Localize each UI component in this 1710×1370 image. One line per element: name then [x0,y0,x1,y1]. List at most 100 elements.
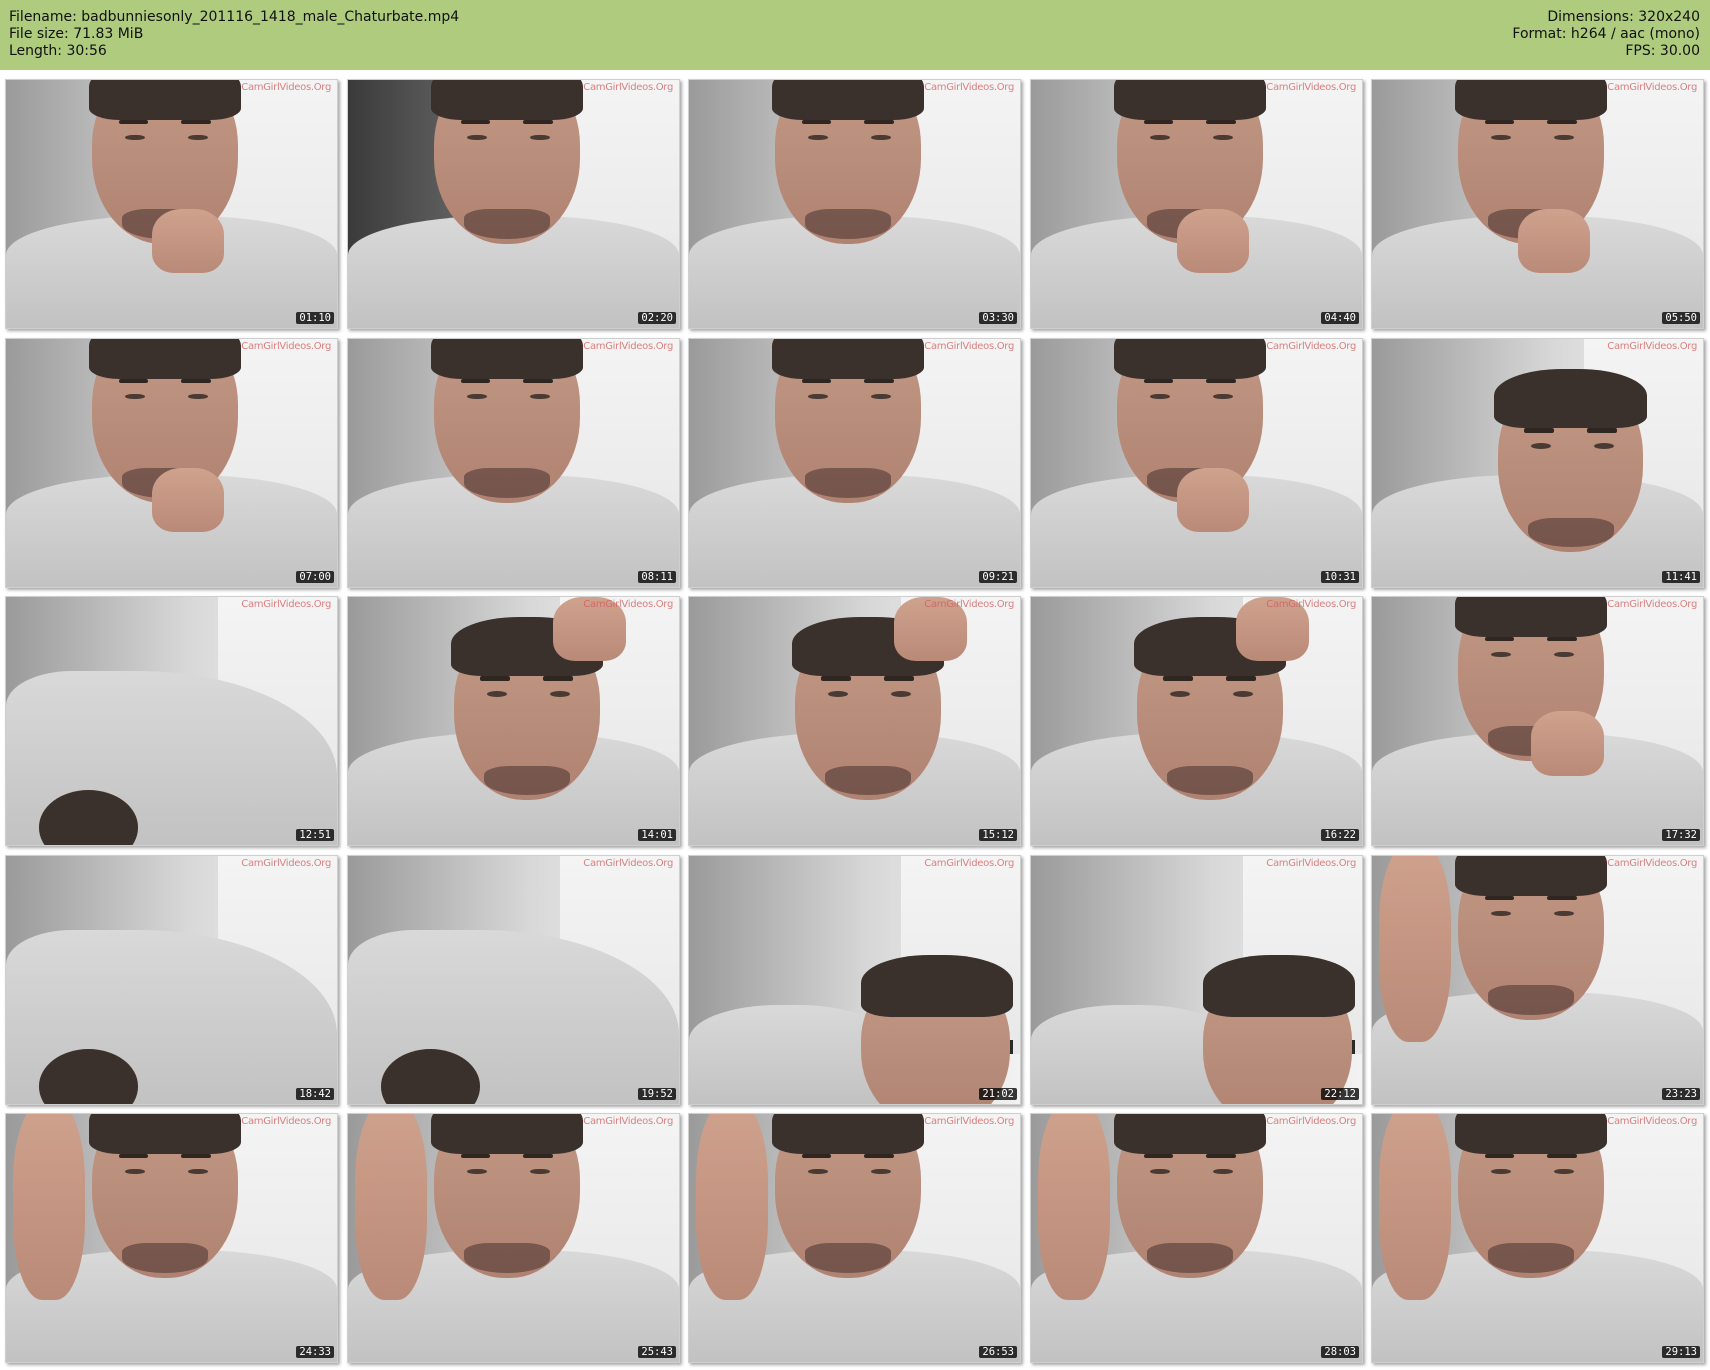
watermark: CamGirlVideos.Org [1266,599,1356,610]
right-eyebrow [1206,119,1237,125]
thumbnail: CamGirlVideos.Org 15:12 [688,596,1021,846]
right-eyebrow [523,1153,554,1159]
video-frame [689,597,1020,845]
right-eye [1593,443,1614,450]
right-eyebrow [1547,119,1578,125]
video-frame [1372,856,1703,1104]
beard [804,1242,891,1273]
thumbnail: CamGirlVideos.Org 05:50 [1371,79,1704,329]
thumbnail: CamGirlVideos.Org 24:33 [5,1113,338,1363]
thumbnail: CamGirlVideos.Org 26:53 [688,1113,1021,1363]
video-frame [1031,597,1362,845]
beard [463,1242,550,1273]
video-frame [6,597,337,845]
watermark: CamGirlVideos.Org [583,599,673,610]
timestamp-label: 29:13 [1662,1346,1700,1358]
left-eye [1530,443,1551,450]
hand [1517,208,1591,274]
beard [463,208,550,239]
timestamp-label: 19:52 [638,1088,676,1100]
left-eyebrow [1484,895,1515,901]
video-frame [1031,1114,1362,1362]
video-frame [1031,339,1362,587]
right-eyebrow [1547,1153,1578,1159]
timestamp-label: 22:12 [1321,1088,1359,1100]
thumbnail: CamGirlVideos.Org 18:42 [5,855,338,1105]
raised-arm [695,1114,769,1300]
left-eyebrow [801,119,832,125]
watermark: CamGirlVideos.Org [924,1116,1014,1127]
watermark: CamGirlVideos.Org [1607,82,1697,93]
thumbnail: CamGirlVideos.Org 12:51 [5,596,338,846]
watermark: CamGirlVideos.Org [1266,1116,1356,1127]
raised-arm [12,1114,86,1300]
left-eyebrow [801,378,832,384]
right-eyebrow [864,119,895,125]
timestamp-label: 18:42 [296,1088,334,1100]
timestamp-label: 01:10 [296,312,334,324]
beard [1527,517,1614,548]
watermark: CamGirlVideos.Org [241,599,331,610]
left-eyebrow [1484,119,1515,125]
timestamp-label: 05:50 [1662,312,1700,324]
right-eyebrow [181,119,212,125]
left-eyebrow [1484,1153,1515,1159]
shirt [689,1004,888,1104]
hair [861,955,1014,1018]
timestamp-label: 07:00 [296,571,334,583]
video-frame [1031,80,1362,328]
right-eyebrow [1587,428,1617,433]
right-eyebrow [864,378,895,384]
hand [1176,208,1250,274]
watermark: CamGirlVideos.Org [1607,1116,1697,1127]
thumbnail: CamGirlVideos.Org 19:52 [347,855,680,1105]
hair [1113,1114,1266,1154]
beard [804,467,891,498]
hair [1454,80,1607,120]
video-frame [348,597,679,845]
thumbnail: CamGirlVideos.Org 25:43 [347,1113,680,1363]
right-eyebrow [523,378,554,384]
left-eyebrow [460,1153,491,1159]
watermark: CamGirlVideos.Org [1607,341,1697,352]
left-eyebrow [821,676,852,681]
thumbnail: CamGirlVideos.Org 08:11 [347,338,680,588]
hair [1454,856,1607,896]
left-eyebrow [118,378,149,384]
video-frame [1372,597,1703,845]
video-frame [1372,80,1703,328]
video-frame [689,339,1020,587]
left-eyebrow [1163,676,1194,681]
hair [1203,955,1356,1018]
timestamp-label: 21:02 [979,1088,1017,1100]
hair [430,80,583,120]
video-frame [6,1114,337,1362]
hair [1113,80,1266,120]
hair [430,1114,583,1154]
timestamp-label: 10:31 [1321,571,1359,583]
thumbnail: CamGirlVideos.Org 14:01 [347,596,680,846]
thumbnail-grid: CamGirlVideos.Org 01:10 CamGirlVideos.Org 0… [0,0,1710,1370]
watermark: CamGirlVideos.Org [1607,858,1697,869]
right-eyebrow [1206,1153,1237,1159]
left-eyebrow [1143,1153,1174,1159]
watermark: CamGirlVideos.Org [583,1116,673,1127]
right-eyebrow [523,119,554,125]
hand [1176,467,1250,533]
left-eyebrow [480,676,511,681]
timestamp-label: 23:23 [1662,1088,1700,1100]
left-eyebrow [118,1153,149,1159]
hair [771,339,924,379]
hair [88,80,241,120]
beard [1487,984,1574,1015]
watermark: CamGirlVideos.Org [241,858,331,869]
video-frame [348,80,679,328]
thumbnail: CamGirlVideos.Org 22:12 [1030,855,1363,1105]
watermark: CamGirlVideos.Org [924,599,1014,610]
left-eyebrow [1143,378,1174,384]
right-eyebrow [1547,636,1578,642]
hand [1530,711,1604,776]
right-eyebrow [1226,676,1257,681]
watermark: CamGirlVideos.Org [924,341,1014,352]
video-frame [6,856,337,1104]
